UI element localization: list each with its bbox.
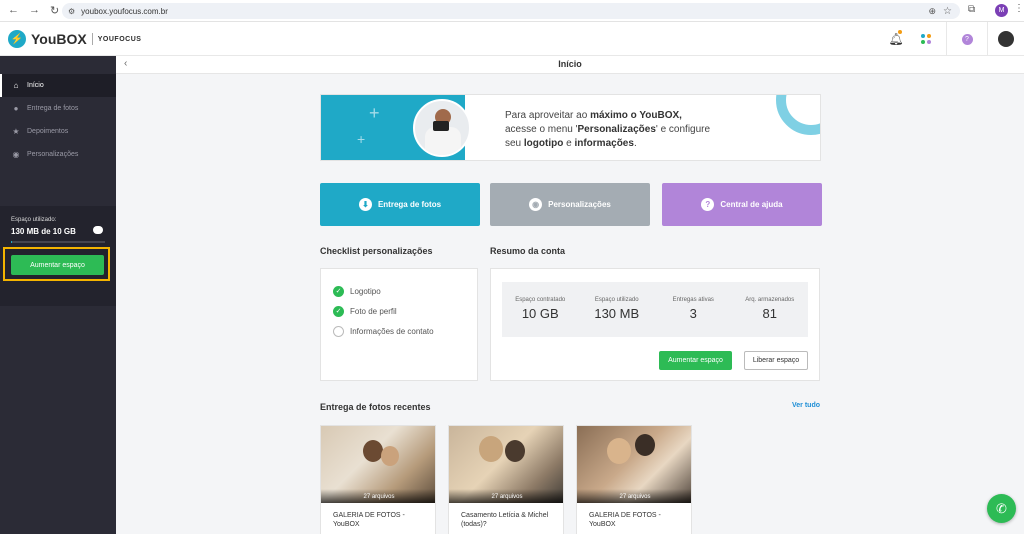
- cloud-icon: [93, 226, 103, 234]
- storage-progress: [11, 241, 105, 243]
- logo-divider: [91, 33, 93, 45]
- checklist-item: ✓ Logotipo: [333, 281, 477, 301]
- bell-icon: 🔔︎: [888, 32, 904, 46]
- sidebar-item-entrega[interactable]: ● Entrega de fotos: [0, 97, 116, 120]
- gallery-card[interactable]: 27 arquivos GALERIA DE FOTOS - YouBOX: [320, 425, 436, 534]
- stats-panel: Espaço contratado 10 GB Espaço utilizado…: [502, 282, 808, 337]
- increase-space-button[interactable]: Aumentar espaço: [11, 255, 104, 275]
- storage-label: Espaço utilizado:: [11, 217, 57, 223]
- whatsapp-icon: ✆: [996, 500, 1007, 516]
- back-arrow-icon[interactable]: ←: [8, 4, 19, 17]
- url-text: youbox.youfocus.com.br: [81, 6, 168, 16]
- palette-icon: ◉: [529, 198, 543, 211]
- sidebar: ⌂ Início ● Entrega de fotos ★ Depoimento…: [0, 56, 116, 534]
- sidebar-item-depoimentos[interactable]: ★ Depoimentos: [0, 120, 116, 143]
- plus-decoration-icon: +: [369, 103, 380, 123]
- browser-toolbar: ← → ↻ ⚙ youbox.youfocus.com.br ⊕ ☆ ⧉ M ⋮: [0, 0, 1024, 22]
- sidebar-item-label: Depoimentos: [27, 128, 69, 135]
- help-icon: ?: [701, 198, 715, 211]
- app-header: ⚡ YouBOX YOUFOCUS 🔔︎ ?: [0, 22, 1024, 56]
- logo-name: YouBOX: [31, 31, 87, 47]
- check-icon: ✓: [333, 285, 344, 297]
- apps-grid-icon: [921, 34, 931, 44]
- site-info-icon[interactable]: ⚙: [68, 7, 75, 16]
- user-icon: [998, 31, 1014, 47]
- free-space-button[interactable]: Liberar espaço: [744, 351, 808, 370]
- sidebar-item-label: Personalizações: [27, 151, 79, 158]
- file-count: 27 arquivos: [577, 489, 691, 503]
- header-divider: [987, 22, 988, 56]
- gallery-thumbnail: 27 arquivos: [321, 426, 435, 503]
- checklist-card: ✓ Logotipo ✓ Foto de perfil Informações …: [320, 268, 478, 381]
- stat-used: Espaço utilizado 130 MB: [594, 297, 640, 321]
- banner-text: Para aproveitar ao máximo o YouBOX, aces…: [505, 110, 711, 149]
- checklist-item: ✓ Foto de perfil: [333, 301, 477, 321]
- download-icon: ⬇: [358, 198, 372, 211]
- central-de-ajuda-button[interactable]: ? Central de ajuda: [662, 183, 822, 226]
- whatsapp-button[interactable]: ✆: [987, 494, 1016, 523]
- reload-icon[interactable]: ↻: [50, 4, 59, 17]
- address-bar[interactable]: ⚙ youbox.youfocus.com.br ⊕ ☆: [62, 3, 960, 19]
- gallery-title: Casamento Letícia & Michel (todas)?: [461, 512, 549, 528]
- gear-icon: ●: [13, 104, 19, 113]
- bolt-icon: ⚡: [8, 30, 26, 48]
- file-count: 27 arquivos: [321, 489, 435, 503]
- stat-stored-files: Arq. armazenados 81: [745, 297, 795, 321]
- gallery-thumbnail: 27 arquivos: [577, 426, 691, 503]
- account-summary-card: Espaço contratado 10 GB Espaço utilizado…: [490, 268, 820, 381]
- gallery-title: GALERIA DE FOTOS - YouBOX: [333, 512, 405, 528]
- extensions-icon[interactable]: ⧉: [968, 4, 975, 15]
- increase-space-button-2[interactable]: Aumentar espaço: [659, 351, 732, 370]
- app-logo[interactable]: ⚡ YouBOX YOUFOCUS: [8, 30, 141, 48]
- checklist-item: Informações de contato: [333, 321, 477, 341]
- arc-decoration: [776, 95, 820, 135]
- sidebar-item-label: Início: [27, 82, 44, 89]
- see-all-link[interactable]: Ver tudo: [792, 402, 820, 409]
- gallery-card[interactable]: 27 arquivos GALERIA DE FOTOS - YouBOX: [576, 425, 692, 534]
- logo-sub: YOUFOCUS: [97, 35, 142, 43]
- user-menu-button[interactable]: [992, 22, 1020, 56]
- help-button[interactable]: ?: [953, 22, 981, 56]
- zoom-icon[interactable]: ⊕: [928, 6, 936, 17]
- stat-active-deliveries: Entregas ativas 3: [672, 297, 714, 321]
- gallery-title: GALERIA DE FOTOS - YouBOX: [589, 512, 661, 528]
- button-label: Personalizações: [548, 200, 611, 209]
- home-icon: ⌂: [13, 81, 19, 90]
- apps-button[interactable]: [912, 22, 940, 56]
- personalizacoes-button[interactable]: ◉ Personalizações: [490, 183, 650, 226]
- gallery-card[interactable]: 27 arquivos Casamento Letícia & Michel (…: [448, 425, 564, 534]
- page-topbar: ‹ Início: [116, 56, 1024, 74]
- storage-value: 130 MB de 10 GB: [11, 227, 76, 236]
- notifications-button[interactable]: 🔔︎: [882, 22, 910, 56]
- photographer-image: [413, 99, 471, 157]
- sidebar-item-inicio[interactable]: ⌂ Início: [0, 74, 116, 97]
- empty-circle-icon: [333, 325, 344, 337]
- file-count: 27 arquivos: [449, 489, 563, 503]
- forward-arrow-icon[interactable]: →: [29, 4, 40, 17]
- header-divider: [946, 22, 947, 56]
- account-summary-title: Resumo da conta: [490, 246, 566, 256]
- storage-progress-fill: [11, 241, 13, 243]
- plus-decoration-icon: +: [357, 131, 366, 147]
- check-icon: ✓: [333, 305, 344, 317]
- button-label: Entrega de fotos: [377, 200, 442, 209]
- sidebar-item-personalizacoes[interactable]: ◉ Personalizações: [0, 143, 116, 166]
- profile-avatar[interactable]: M: [995, 4, 1008, 17]
- page-title: Início: [558, 59, 582, 69]
- main-content: ‹ Início + + Para aproveitar ao máximo o…: [116, 56, 1024, 534]
- checklist-title: Checklist personalizações: [320, 246, 433, 256]
- browser-menu-icon[interactable]: ⋮: [1014, 3, 1024, 14]
- gallery-thumbnail: 27 arquivos: [449, 426, 563, 503]
- star-icon: ★: [12, 127, 20, 136]
- stat-contracted: Espaço contratado 10 GB: [515, 297, 566, 321]
- sidebar-item-label: Entrega de fotos: [27, 105, 79, 112]
- help-icon: ?: [961, 33, 973, 45]
- recent-deliveries-title: Entrega de fotos recentes: [320, 402, 431, 412]
- info-banner: + + Para aproveitar ao máximo o YouBOX, …: [320, 94, 821, 161]
- palette-icon: ◉: [12, 150, 20, 159]
- bookmark-star-icon[interactable]: ☆: [943, 6, 952, 17]
- entrega-de-fotos-button[interactable]: ⬇ Entrega de fotos: [320, 183, 480, 226]
- button-label: Central de ajuda: [720, 200, 783, 209]
- notification-dot: [898, 30, 902, 34]
